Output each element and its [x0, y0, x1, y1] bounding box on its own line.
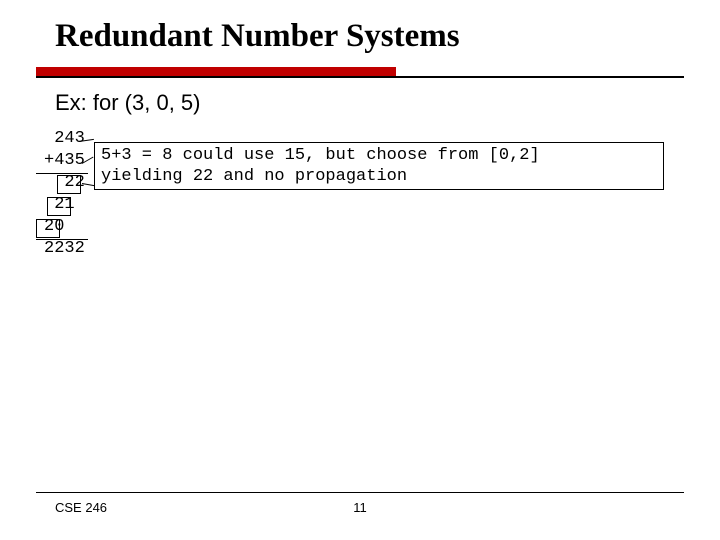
slide: Redundant Number Systems Ex: for (3, 0, …	[0, 0, 720, 540]
calculation-block: 243 +435 22 21 20 2232	[44, 128, 85, 260]
note-line-2: yielding 22 and no propagation	[101, 166, 657, 187]
footer-rule	[36, 492, 684, 493]
addend-1: 243	[44, 128, 85, 150]
example-heading: Ex: for (3, 0, 5)	[55, 90, 201, 116]
box-22	[57, 175, 81, 194]
footer-page-number: 11	[0, 500, 720, 515]
box-21	[47, 197, 71, 216]
addend-2: +435	[44, 150, 85, 172]
sum-rule-bottom	[36, 239, 88, 240]
accent-bar	[36, 67, 396, 76]
result: 2232	[44, 238, 85, 260]
note-line-1: 5+3 = 8 could use 15, but choose from [0…	[101, 145, 657, 166]
slide-title: Redundant Number Systems	[55, 18, 460, 55]
sum-rule-top	[36, 173, 88, 174]
explanation-box: 5+3 = 8 could use 15, but choose from [0…	[94, 142, 664, 190]
box-20	[36, 219, 60, 238]
title-underline	[36, 76, 684, 78]
